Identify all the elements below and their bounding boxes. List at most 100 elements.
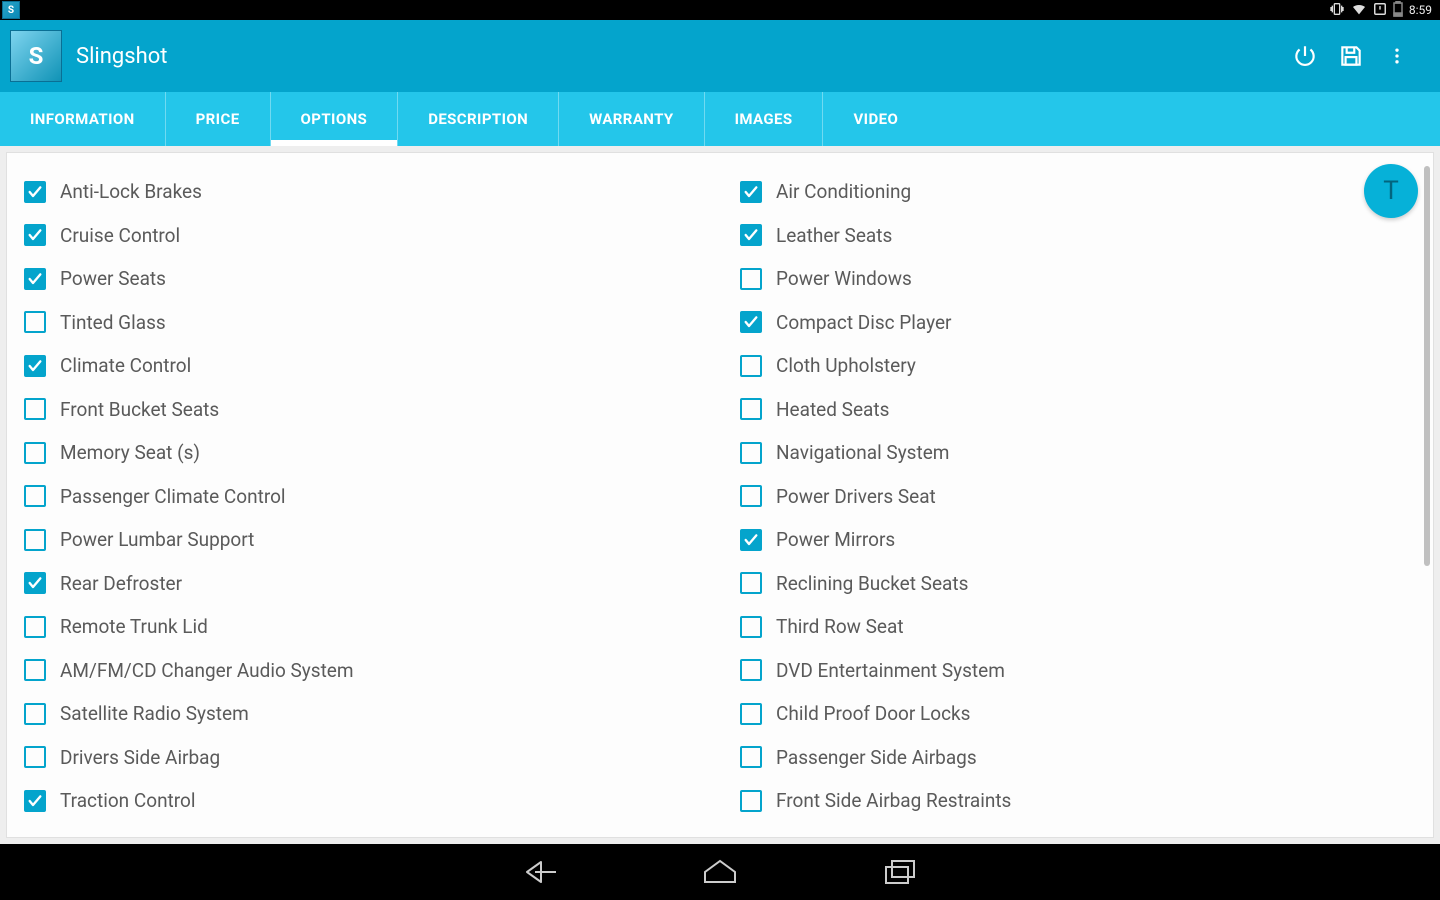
checkbox[interactable] — [740, 355, 762, 377]
checkbox[interactable] — [24, 398, 46, 420]
tab-information[interactable]: INFORMATION — [0, 92, 166, 146]
option-drivers-side-airbag[interactable]: Drivers Side Airbag — [24, 736, 700, 780]
checkbox[interactable] — [24, 616, 46, 638]
nav-home-button[interactable] — [700, 852, 740, 892]
option-label: Reclining Bucket Seats — [776, 572, 968, 595]
save-button[interactable] — [1328, 33, 1374, 79]
tab-warranty[interactable]: WARRANTY — [559, 92, 704, 146]
checkbox[interactable] — [740, 485, 762, 507]
recent-app-icon: S — [2, 1, 20, 19]
option-front-side-airbag-restraints[interactable]: Front Side Airbag Restraints — [740, 779, 1416, 823]
tab-options[interactable]: OPTIONS — [271, 92, 399, 146]
checkbox[interactable] — [740, 529, 762, 551]
option-dvd-entertainment-system[interactable]: DVD Entertainment System — [740, 649, 1416, 693]
checkbox[interactable] — [740, 790, 762, 812]
checkbox[interactable] — [24, 703, 46, 725]
option-navigational-system[interactable]: Navigational System — [740, 431, 1416, 475]
checkbox[interactable] — [24, 746, 46, 768]
tab-label: DESCRIPTION — [428, 110, 528, 128]
scrollbar[interactable] — [1424, 166, 1430, 566]
checkbox[interactable] — [24, 311, 46, 333]
checkbox[interactable] — [740, 311, 762, 333]
checkbox[interactable] — [740, 181, 762, 203]
option-label: DVD Entertainment System — [776, 659, 1005, 682]
option-remote-trunk-lid[interactable]: Remote Trunk Lid — [24, 605, 700, 649]
option-label: Remote Trunk Lid — [60, 615, 208, 638]
option-label: Power Mirrors — [776, 528, 895, 551]
checkbox[interactable] — [24, 268, 46, 290]
option-heated-seats[interactable]: Heated Seats — [740, 388, 1416, 432]
tab-price[interactable]: PRICE — [166, 92, 271, 146]
power-button[interactable] — [1282, 33, 1328, 79]
option-power-windows[interactable]: Power Windows — [740, 257, 1416, 301]
option-power-drivers-seat[interactable]: Power Drivers Seat — [740, 475, 1416, 519]
content-wrap: Anti-Lock Brakes Cruise Control Power Seat… — [0, 146, 1440, 844]
option-am-fm-cd-changer-audio-system[interactable]: AM/FM/CD Changer Audio System — [24, 649, 700, 693]
tab-description[interactable]: DESCRIPTION — [398, 92, 559, 146]
checkbox[interactable] — [24, 355, 46, 377]
option-child-proof-door-locks[interactable]: Child Proof Door Locks — [740, 692, 1416, 736]
android-nav-bar — [0, 844, 1440, 900]
option-label: Cruise Control — [60, 224, 180, 247]
checkbox[interactable] — [24, 572, 46, 594]
checkbox[interactable] — [24, 659, 46, 681]
checkbox[interactable] — [24, 790, 46, 812]
tab-label: INFORMATION — [30, 110, 135, 128]
tab-images[interactable]: IMAGES — [705, 92, 824, 146]
checkbox[interactable] — [740, 616, 762, 638]
checkbox[interactable] — [740, 224, 762, 246]
option-label: Compact Disc Player — [776, 311, 951, 334]
checkbox[interactable] — [740, 398, 762, 420]
option-rear-defroster[interactable]: Rear Defroster — [24, 562, 700, 606]
option-power-seats[interactable]: Power Seats — [24, 257, 700, 301]
tab-label: IMAGES — [735, 110, 793, 128]
nav-back-button[interactable] — [520, 852, 560, 892]
option-label: Third Row Seat — [776, 615, 904, 638]
wifi-icon — [1351, 1, 1367, 20]
option-label: Passenger Side Airbags — [776, 746, 977, 769]
overflow-menu-button[interactable] — [1374, 33, 1420, 79]
option-third-row-seat[interactable]: Third Row Seat — [740, 605, 1416, 649]
checkbox[interactable] — [740, 268, 762, 290]
option-air-conditioning[interactable]: Air Conditioning — [740, 170, 1416, 214]
option-passenger-climate-control[interactable]: Passenger Climate Control — [24, 475, 700, 519]
checkbox[interactable] — [24, 442, 46, 464]
checkbox[interactable] — [740, 659, 762, 681]
tab-label: VIDEO — [853, 110, 898, 128]
checkbox[interactable] — [740, 746, 762, 768]
option-passenger-side-airbags[interactable]: Passenger Side Airbags — [740, 736, 1416, 780]
option-cruise-control[interactable]: Cruise Control — [24, 214, 700, 258]
option-compact-disc-player[interactable]: Compact Disc Player — [740, 301, 1416, 345]
checkbox[interactable] — [24, 529, 46, 551]
checkbox[interactable] — [24, 485, 46, 507]
option-leather-seats[interactable]: Leather Seats — [740, 214, 1416, 258]
option-reclining-bucket-seats[interactable]: Reclining Bucket Seats — [740, 562, 1416, 606]
option-power-lumbar-support[interactable]: Power Lumbar Support — [24, 518, 700, 562]
option-traction-control[interactable]: Traction Control — [24, 779, 700, 823]
option-label: Drivers Side Airbag — [60, 746, 220, 769]
nav-recents-button[interactable] — [880, 852, 920, 892]
checkbox[interactable] — [740, 703, 762, 725]
battery-icon — [1393, 1, 1403, 20]
option-label: Air Conditioning — [776, 180, 911, 203]
option-label: Heated Seats — [776, 398, 889, 421]
option-cloth-upholstery[interactable]: Cloth Upholstery — [740, 344, 1416, 388]
home-icon — [702, 858, 738, 886]
option-power-mirrors[interactable]: Power Mirrors — [740, 518, 1416, 562]
option-tinted-glass[interactable]: Tinted Glass — [24, 301, 700, 345]
option-front-bucket-seats[interactable]: Front Bucket Seats — [24, 388, 700, 432]
tab-video[interactable]: VIDEO — [823, 92, 928, 146]
option-memory-seat-s[interactable]: Memory Seat (s) — [24, 431, 700, 475]
option-anti-lock-brakes[interactable]: Anti-Lock Brakes — [24, 170, 700, 214]
checkbox[interactable] — [24, 224, 46, 246]
floating-t-badge[interactable]: T — [1364, 164, 1418, 218]
option-label: Power Seats — [60, 267, 166, 290]
checkbox[interactable] — [740, 572, 762, 594]
option-label: Child Proof Door Locks — [776, 702, 970, 725]
options-pane[interactable]: Anti-Lock Brakes Cruise Control Power Seat… — [6, 152, 1434, 838]
option-label: Power Lumbar Support — [60, 528, 254, 551]
checkbox[interactable] — [740, 442, 762, 464]
option-climate-control[interactable]: Climate Control — [24, 344, 700, 388]
checkbox[interactable] — [24, 181, 46, 203]
option-satellite-radio-system[interactable]: Satellite Radio System — [24, 692, 700, 736]
